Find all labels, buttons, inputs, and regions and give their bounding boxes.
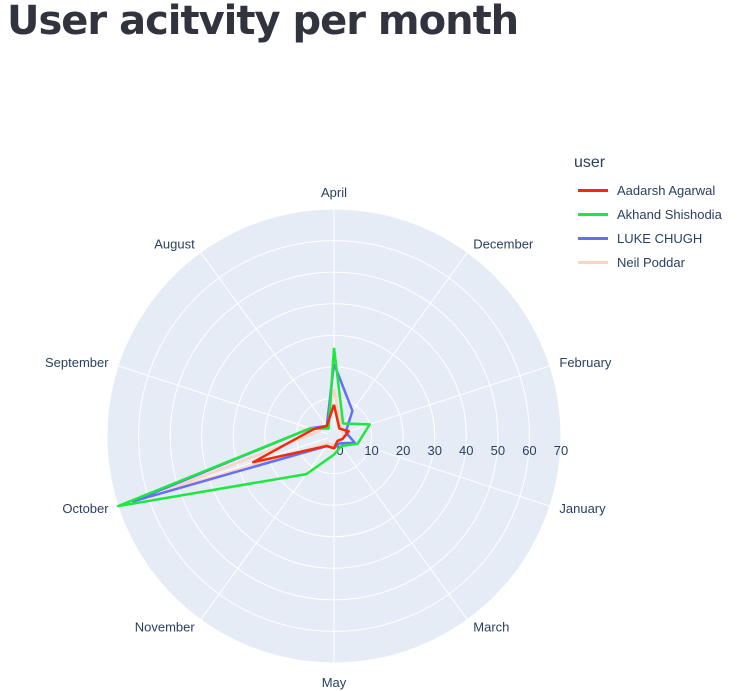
polar-chart: April December February January March May Nove… — [45, 185, 612, 690]
radial-tick-label: 10 — [364, 443, 378, 458]
angular-tick-label: February — [559, 355, 612, 370]
legend: user Aadarsh Agarwal Akhand Shishodia LUKE… — [572, 154, 722, 274]
legend-items: Aadarsh Agarwal Akhand Shishodia LUKE CHUG… — [572, 178, 722, 274]
angular-tick-label: December — [473, 236, 534, 251]
legend-swatch — [578, 260, 608, 264]
angular-tick-label: October — [62, 501, 109, 516]
legend-item[interactable]: LUKE CHUGH — [572, 226, 722, 250]
legend-label: Neil Poddar — [617, 254, 685, 270]
legend-title: user — [574, 154, 606, 171]
radial-tick-label: 50 — [491, 443, 505, 458]
legend-label: Aadarsh Agarwal — [617, 182, 716, 198]
legend-swatch — [578, 212, 608, 216]
legend-swatch — [578, 236, 608, 240]
legend-label: Akhand Shishodia — [617, 206, 722, 222]
legend-item[interactable]: Neil Poddar — [572, 250, 722, 274]
legend-label: LUKE CHUGH — [617, 230, 703, 246]
angular-tick-label: September — [45, 355, 109, 370]
radial-tick-label: 60 — [522, 443, 536, 458]
legend-swatch — [578, 188, 608, 192]
angular-tick-label: August — [154, 236, 195, 251]
angular-tick-label: May — [322, 675, 347, 690]
radial-tick-label: 20 — [396, 443, 410, 458]
legend-item[interactable]: Aadarsh Agarwal — [572, 178, 722, 202]
angular-tick-label: January — [559, 501, 606, 516]
angular-tick-label: April — [321, 185, 347, 200]
radial-tick-label: 40 — [459, 443, 473, 458]
radial-tick-label: 30 — [427, 443, 441, 458]
angular-tick-label: March — [473, 620, 509, 635]
radial-tick-label: 70 — [554, 443, 568, 458]
angular-tick-label: November — [135, 620, 196, 635]
legend-item[interactable]: Akhand Shishodia — [572, 202, 722, 226]
